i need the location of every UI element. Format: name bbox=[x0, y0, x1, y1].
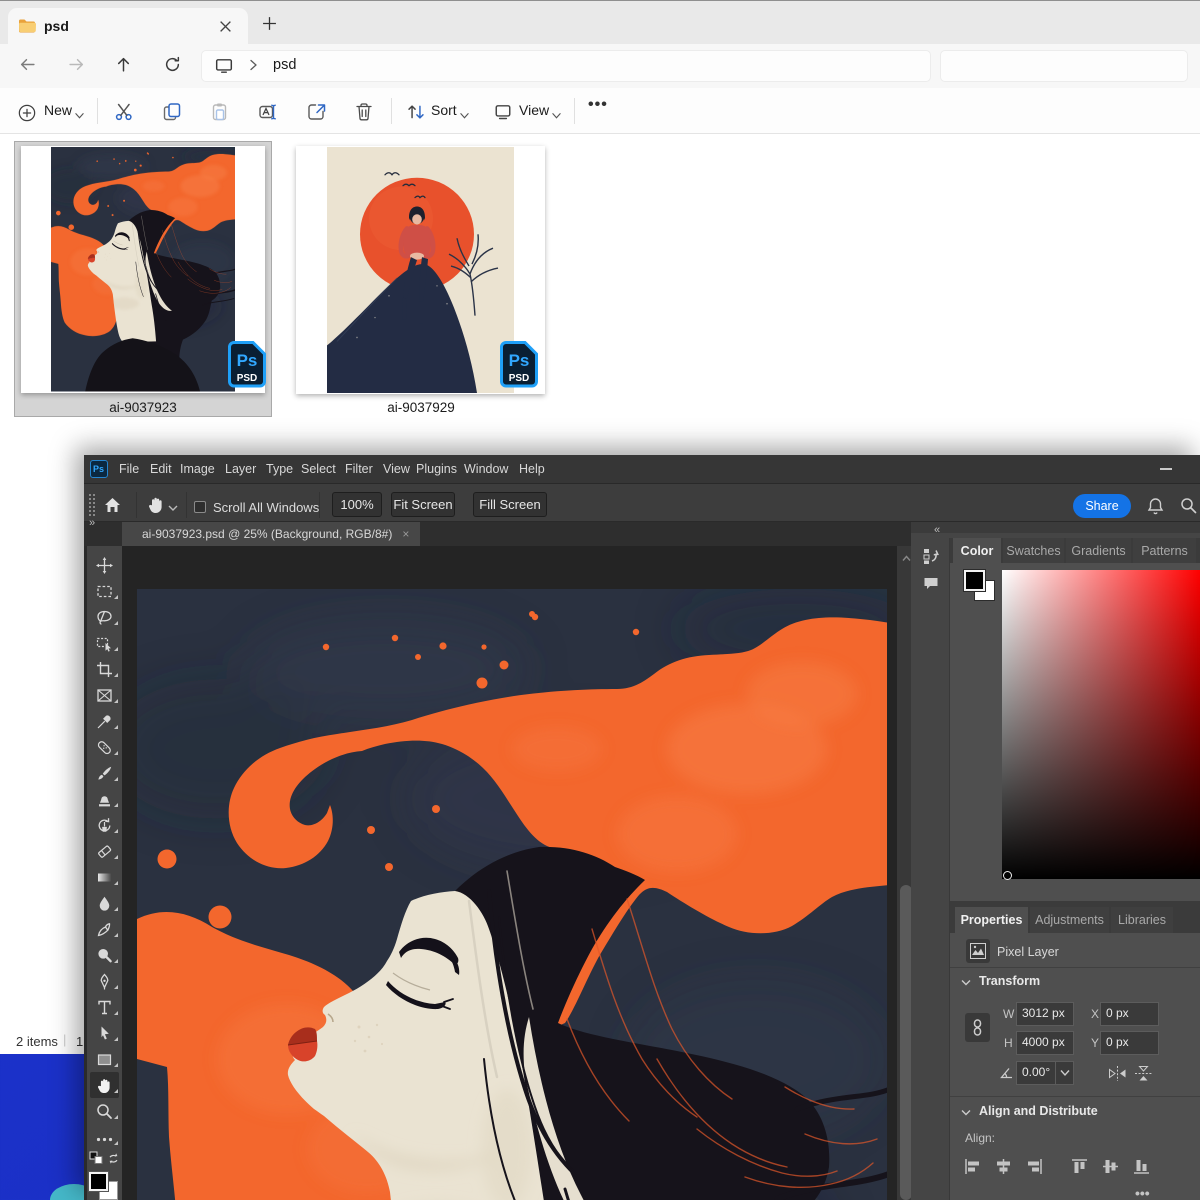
svg-text:Ps: Ps bbox=[509, 351, 530, 370]
svg-text:Ps: Ps bbox=[237, 351, 258, 370]
svg-text:PSD: PSD bbox=[237, 373, 258, 384]
svg-text:PSD: PSD bbox=[509, 373, 530, 384]
